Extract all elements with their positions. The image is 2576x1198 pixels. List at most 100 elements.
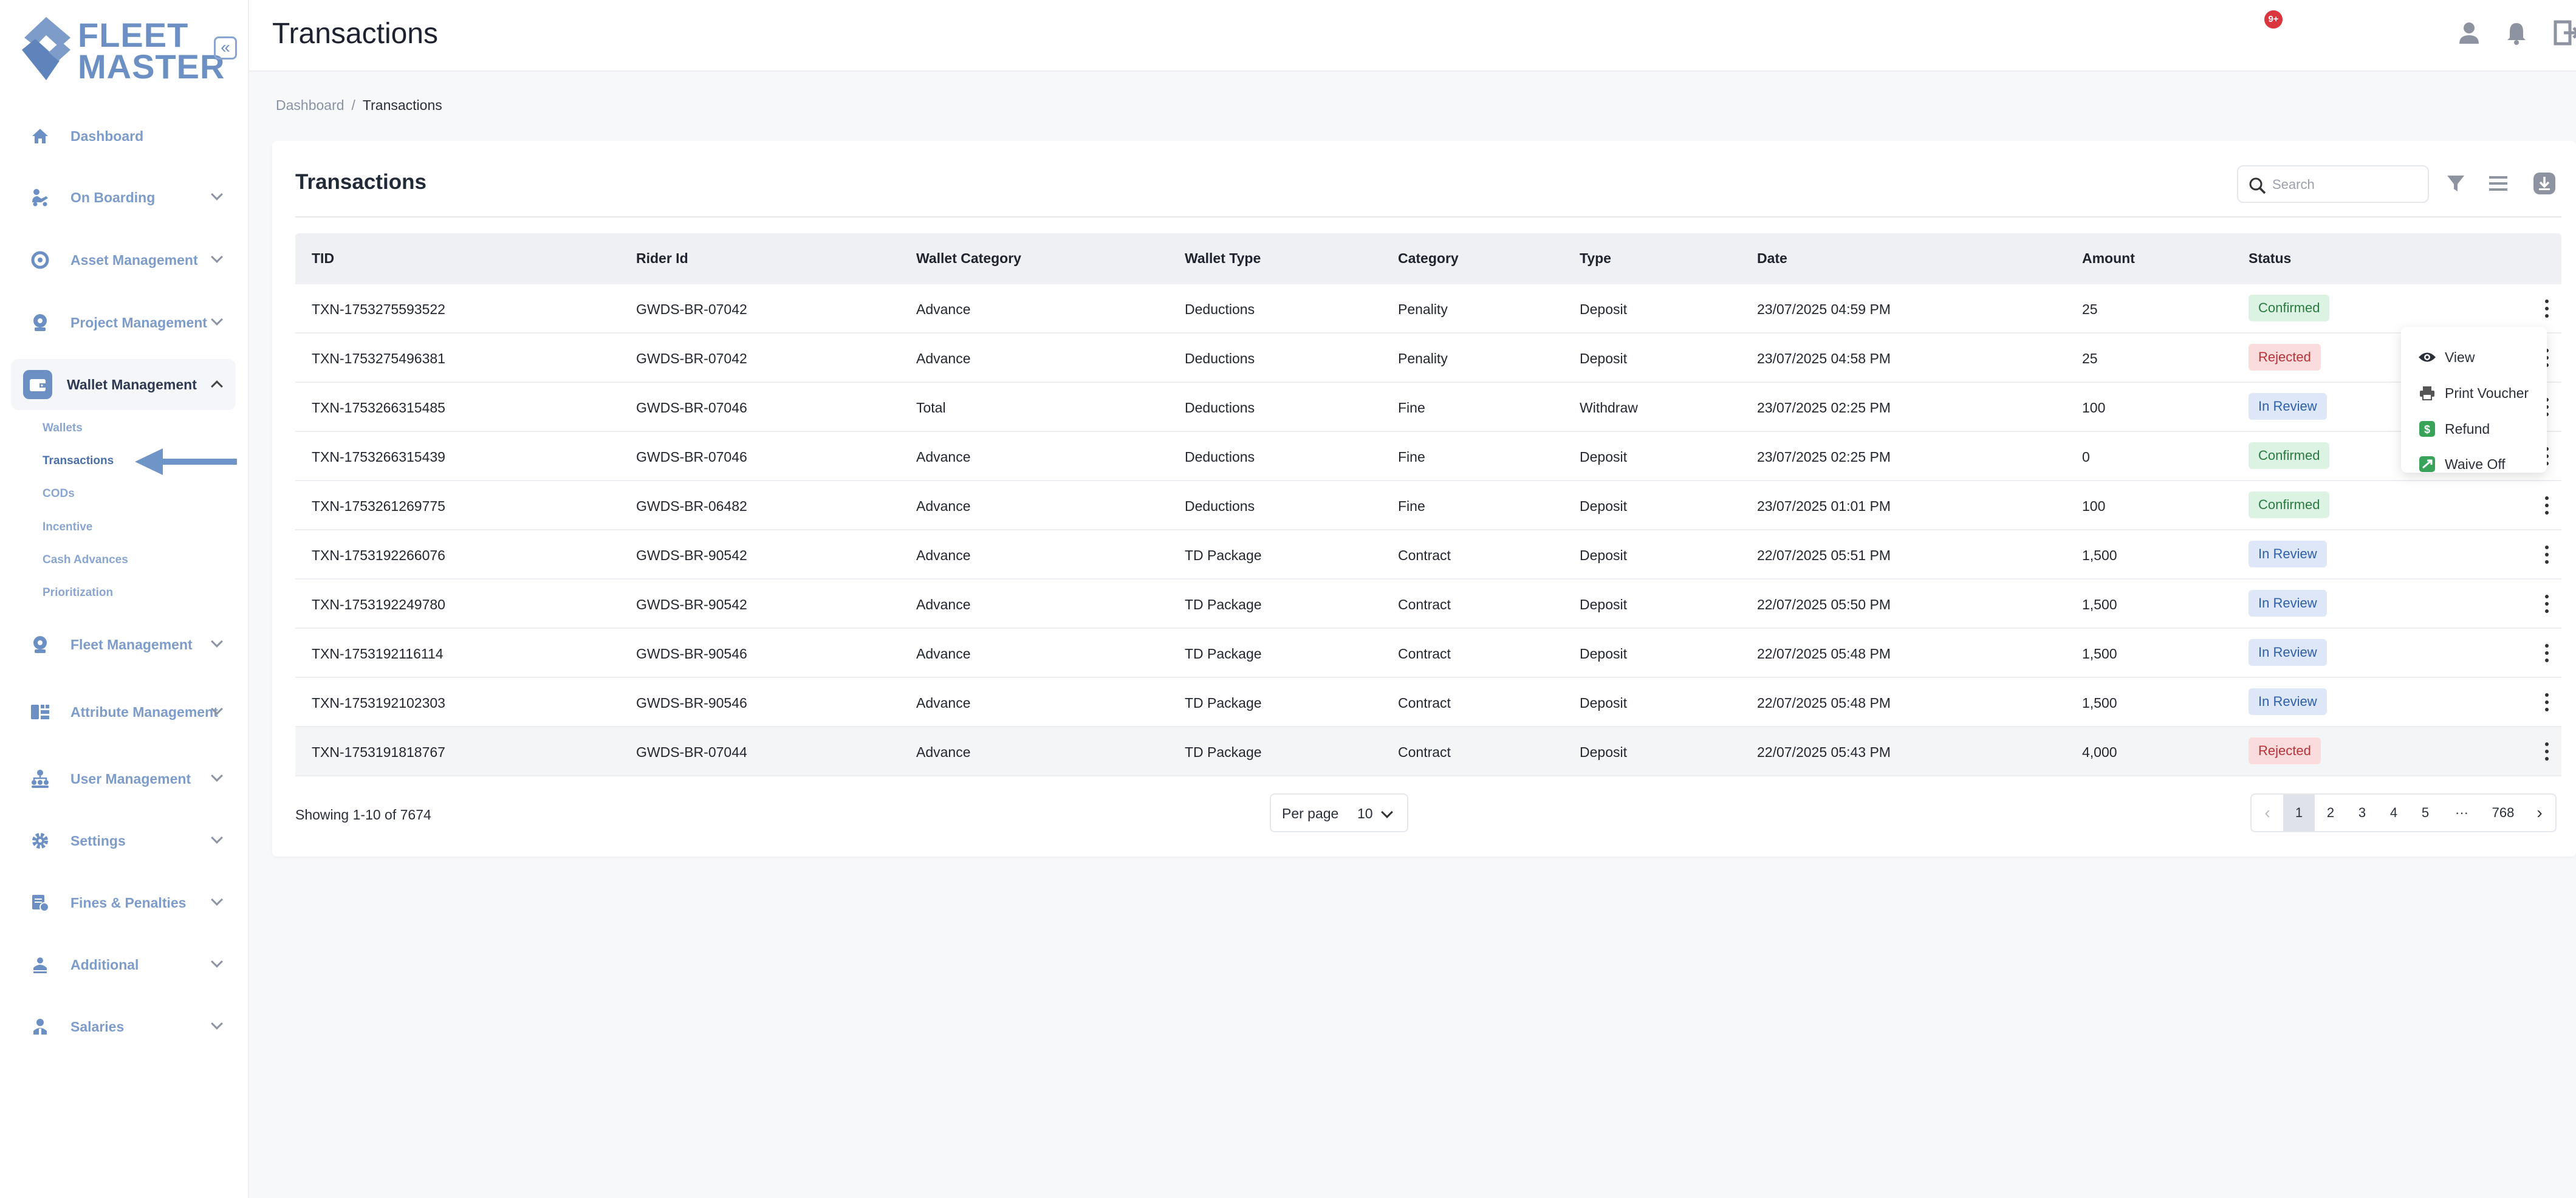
chevron-down-icon — [1381, 806, 1393, 818]
logout-icon[interactable] — [2552, 18, 2576, 47]
sidebar-subitem-wallets[interactable]: Wallets — [43, 422, 83, 435]
columns-list-icon[interactable] — [2484, 169, 2513, 198]
sidebar-item-fleet-management[interactable]: Fleet Management — [11, 619, 236, 670]
row-actions-kebab-icon[interactable] — [2543, 691, 2550, 714]
notification-bell-icon[interactable] — [2502, 18, 2531, 47]
sidebar-item-project-management[interactable]: Project Management — [11, 297, 236, 348]
table-row[interactable]: TXN-1753275496381 GWDS-BR-07042 Advance Ded… — [295, 334, 2561, 383]
row-actions-kebab-icon[interactable] — [2543, 495, 2550, 518]
cell-amount: 0 — [2082, 449, 2090, 465]
table-row[interactable]: TXN-1753192116114 GWDS-BR-90546 Advance TD … — [295, 629, 2561, 678]
cell-type: Deposit — [1580, 547, 1627, 563]
card-divider — [295, 216, 2561, 217]
sidebar-subitem-cash-advances[interactable]: Cash Advances — [43, 553, 128, 567]
sidebar-item-attribute-management[interactable]: Attribute Management — [11, 686, 236, 738]
sidebar-item-settings[interactable]: Settings — [11, 815, 236, 866]
breadcrumb-current: Transactions — [362, 97, 442, 113]
page-button[interactable]: 5 — [2410, 795, 2441, 831]
table-row[interactable]: TXN-1753192266076 GWDS-BR-90542 Advance TD … — [295, 530, 2561, 580]
download-icon[interactable] — [2530, 169, 2559, 198]
sidebar-item-label: Fleet Management — [70, 637, 193, 652]
row-actions-kebab-icon[interactable] — [2543, 642, 2550, 665]
page-button[interactable]: 3 — [2346, 795, 2378, 831]
cell-date: 23/07/2025 04:58 PM — [1757, 351, 1891, 366]
sidebar-item-on-boarding[interactable]: On Boarding — [11, 172, 236, 223]
cell-category: Contract — [1398, 547, 1451, 563]
notification-count-badge: 9+ — [2264, 10, 2283, 29]
fleet-icon — [28, 632, 52, 657]
row-actions-kebab-icon[interactable] — [2543, 298, 2550, 321]
filter-icon[interactable] — [2441, 169, 2470, 198]
sidebar-item-asset-management[interactable]: Asset Management — [11, 234, 236, 286]
search-input[interactable] — [2272, 174, 2418, 196]
cell-wallet-type: TD Package — [1185, 597, 1262, 612]
per-page-select[interactable]: Per page 10 — [1270, 793, 1408, 832]
table-row[interactable]: TXN-1753275593522 GWDS-BR-07042 Advance Ded… — [295, 284, 2561, 334]
sidebar-subitem-transactions[interactable]: Transactions — [43, 454, 114, 468]
sidebar-item-dashboard[interactable]: Dashboard — [11, 111, 236, 162]
column-header-wallet-category[interactable]: Wallet Category — [916, 250, 1021, 267]
column-header-tid[interactable]: TID — [312, 250, 334, 267]
gear-icon — [28, 829, 52, 853]
sidebar-item-fines-penalties[interactable]: Fines & Penalties — [11, 877, 236, 928]
cell-date: 22/07/2025 05:48 PM — [1757, 695, 1891, 711]
cell-type: Deposit — [1580, 646, 1627, 662]
row-actions-menu: View Print Voucher $ Refund Waive Off — [2401, 327, 2547, 473]
sidebar-subitem-incentive[interactable]: Incentive — [43, 521, 92, 534]
cell-wallet-type: Deductions — [1185, 449, 1255, 465]
cell-category: Contract — [1398, 744, 1451, 760]
page-button[interactable]: 2 — [2315, 795, 2346, 831]
top-bar: Transactions — [249, 0, 2576, 72]
menu-item-waive-off[interactable]: Waive Off — [2417, 452, 2506, 476]
cell-rider-id: GWDS-BR-07044 — [636, 744, 747, 760]
cell-rider-id: GWDS-BR-06482 — [636, 498, 747, 514]
user-profile-icon[interactable] — [2454, 18, 2484, 47]
column-header-category[interactable]: Category — [1398, 250, 1459, 267]
column-header-rider-id[interactable]: Rider Id — [636, 250, 688, 267]
table-row[interactable]: TXN-1753266315439 GWDS-BR-07046 Advance Ded… — [295, 432, 2561, 481]
column-header-status[interactable]: Status — [2249, 250, 2291, 267]
cell-type: Deposit — [1580, 498, 1627, 514]
sidebar-item-salaries[interactable]: Salaries — [11, 1001, 236, 1052]
column-header-type[interactable]: Type — [1580, 250, 1611, 267]
sidebar-subitem-cods[interactable]: CODs — [43, 487, 75, 501]
logo[interactable]: FLEET MASTER — [22, 16, 224, 84]
page-ellipsis[interactable]: ··· — [2441, 795, 2482, 831]
sidebar-item-additional[interactable]: Additional — [11, 939, 236, 990]
table-row[interactable]: TXN-1753192249780 GWDS-BR-90542 Advance TD … — [295, 580, 2561, 629]
column-header-date[interactable]: Date — [1757, 250, 1787, 267]
column-header-amount[interactable]: Amount — [2082, 250, 2135, 267]
page-button[interactable]: 1 — [2283, 795, 2315, 831]
sidebar-item-label: Fines & Penalties — [70, 895, 187, 911]
search-icon — [2249, 177, 2266, 194]
cell-date: 23/07/2025 04:59 PM — [1757, 301, 1891, 317]
page-button[interactable]: 4 — [2378, 795, 2410, 831]
table-row[interactable]: TXN-1753191818767 GWDS-BR-07044 Advance TD … — [295, 727, 2561, 776]
sidebar-item-wallet-management[interactable]: Wallet Management — [11, 359, 236, 410]
cell-wallet-category: Advance — [916, 351, 971, 366]
table-row[interactable]: TXN-1753266315485 GWDS-BR-07046 Total Deduc… — [295, 383, 2561, 432]
breadcrumb-dashboard[interactable]: Dashboard — [276, 97, 344, 113]
cell-tid: TXN-1753192116114 — [312, 646, 444, 662]
collapse-sidebar-button[interactable]: « — [214, 36, 237, 60]
table-row[interactable]: TXN-1753192102303 GWDS-BR-90546 Advance TD … — [295, 678, 2561, 727]
next-page-button[interactable]: › — [2524, 795, 2555, 831]
menu-item-print-voucher[interactable]: Print Voucher — [2417, 381, 2529, 405]
sidebar-subitem-prioritization[interactable]: Prioritization — [43, 586, 113, 600]
menu-item-refund[interactable]: $ Refund — [2417, 417, 2490, 441]
cell-wallet-category: Total — [916, 400, 946, 416]
prev-page-button[interactable]: ‹ — [2252, 795, 2283, 831]
menu-item-view[interactable]: View — [2417, 345, 2475, 369]
cell-tid: TXN-1753266315439 — [312, 449, 445, 465]
page-button[interactable]: 768 — [2482, 795, 2524, 831]
row-actions-kebab-icon[interactable] — [2543, 741, 2550, 764]
row-actions-kebab-icon[interactable] — [2543, 544, 2550, 567]
status-badge: Rejected — [2249, 344, 2321, 371]
row-actions-kebab-icon[interactable] — [2543, 593, 2550, 616]
menu-item-label: View — [2445, 349, 2475, 365]
cell-amount: 1,500 — [2082, 646, 2117, 662]
table-row[interactable]: TXN-1753261269775 GWDS-BR-06482 Advance Ded… — [295, 481, 2561, 530]
column-header-wallet-type[interactable]: Wallet Type — [1185, 250, 1261, 267]
search-box[interactable] — [2237, 165, 2429, 203]
sidebar-item-user-management[interactable]: User Management — [11, 753, 236, 804]
